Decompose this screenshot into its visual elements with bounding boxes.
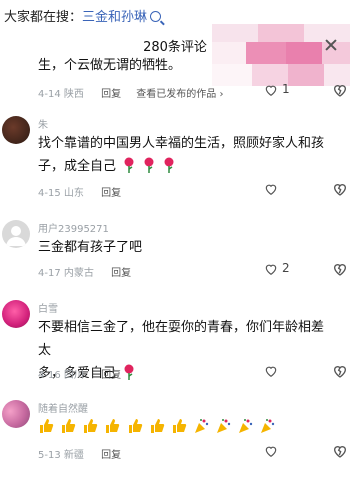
close-icon[interactable] bbox=[324, 38, 338, 52]
broken-heart-icon[interactable] bbox=[332, 82, 348, 98]
comment-text-line: 不要相信三金了，他在耍你的青春，你们年龄相差太 bbox=[38, 320, 325, 358]
heart-outline-icon bbox=[265, 264, 277, 275]
comment-text bbox=[38, 416, 332, 439]
comment-meta: 5-13 新疆 回复 bbox=[38, 446, 121, 461]
thumbs-up-emoji bbox=[106, 419, 120, 433]
thumbs-up-emoji bbox=[62, 419, 76, 433]
comment-text-line-2: 子，成全自己 bbox=[38, 155, 332, 178]
rose-emoji bbox=[124, 364, 134, 380]
heart-outline-icon bbox=[265, 446, 277, 457]
broken-heart-icon[interactable] bbox=[332, 443, 348, 459]
comment-meta: 4-16 四川 回复 bbox=[38, 366, 121, 381]
heart-outline-icon bbox=[265, 366, 277, 377]
thumbs-up-emoji bbox=[84, 419, 98, 433]
like-button[interactable] bbox=[264, 442, 310, 460]
comments-count-title: 280条评论 bbox=[143, 40, 207, 55]
view-published-works-link[interactable]: 查看已发布的作品 bbox=[136, 89, 216, 100]
broken-heart-icon[interactable] bbox=[332, 363, 348, 379]
thumbs-up-emoji bbox=[128, 419, 142, 433]
comment-meta: 4-14 陕西 回复 查看已发布的作品 › bbox=[38, 89, 224, 100]
party-emoji bbox=[239, 419, 253, 433]
heart-outline-icon bbox=[265, 85, 277, 96]
comment-meta: 4-17 内蒙古 回复 bbox=[38, 264, 131, 279]
comment-text-line: 找个靠谱的中国男人幸福的生活，照顾好家人和孩 bbox=[38, 136, 325, 151]
like-button[interactable]: 1 bbox=[264, 81, 310, 99]
comment-text: 找个靠谱的中国男人幸福的生活，照顾好家人和孩 子，成全自己 bbox=[38, 132, 332, 178]
thumbs-up-emoji bbox=[150, 419, 164, 433]
avatar[interactable] bbox=[2, 116, 30, 144]
comment-date: 4-14 bbox=[38, 89, 61, 100]
thumbs-up-emoji bbox=[40, 419, 54, 433]
avatar[interactable] bbox=[2, 300, 30, 328]
thumbs-up-emoji bbox=[172, 419, 187, 433]
heart-outline-icon bbox=[265, 184, 277, 195]
comment-location: 山东 bbox=[63, 188, 84, 199]
comment-username[interactable]: 用户23995271 bbox=[38, 220, 109, 235]
default-avatar-icon bbox=[6, 226, 26, 246]
search-icon[interactable] bbox=[150, 11, 162, 22]
like-count: 2 bbox=[282, 261, 290, 275]
like-button[interactable] bbox=[264, 362, 310, 380]
rose-emoji bbox=[124, 157, 134, 173]
comment-text: 生，个云做无谓的牺牲。 bbox=[38, 58, 182, 73]
trending-search-prefix: 大家都在搜： bbox=[4, 10, 83, 25]
avatar[interactable] bbox=[2, 400, 30, 428]
comment-item: 随着自然醒 5-13 新疆 回复 bbox=[0, 396, 350, 480]
comment-location: 四川 bbox=[63, 370, 84, 381]
broken-heart-icon[interactable] bbox=[332, 181, 348, 197]
rose-emoji bbox=[144, 157, 154, 173]
comment-item: 白雪 不要相信三金了，他在耍你的青春，你们年龄相差太 多，多爱自己 4-16 四… bbox=[0, 296, 350, 381]
reply-button[interactable]: 回复 bbox=[111, 268, 131, 279]
comment-date: 4-17 bbox=[38, 268, 61, 279]
rose-emoji bbox=[164, 157, 174, 173]
reply-button[interactable]: 回复 bbox=[101, 89, 121, 100]
avatar[interactable] bbox=[2, 220, 30, 248]
comment-item: 生，个云做无谓的牺牲。 4-14 陕西 回复 查看已发布的作品 › 1 bbox=[0, 54, 350, 102]
comment-item: 用户23995271 三金都有孩子了吧 4-17 内蒙古 回复 2 bbox=[0, 216, 350, 280]
comment-text: 三金都有孩子了吧 bbox=[38, 240, 143, 255]
comment-date: 4-16 bbox=[38, 370, 61, 381]
emoji-row bbox=[38, 416, 332, 439]
comment-username[interactable]: 朱 bbox=[38, 116, 48, 131]
comment-meta: 4-15 山东 回复 bbox=[38, 184, 121, 199]
broken-heart-icon[interactable] bbox=[332, 261, 348, 277]
comment-date: 5-13 bbox=[38, 450, 61, 461]
reply-button[interactable]: 回复 bbox=[101, 450, 121, 461]
party-emoji bbox=[217, 419, 231, 433]
comment-date: 4-15 bbox=[38, 188, 61, 199]
comment-item: 朱 找个靠谱的中国男人幸福的生活，照顾好家人和孩 子，成全自己 4-15 山东 … bbox=[0, 112, 350, 199]
comment-location: 陕西 bbox=[63, 89, 84, 100]
trending-search-keyword[interactable]: 三金和孙琳 bbox=[82, 10, 147, 25]
like-button[interactable]: 2 bbox=[264, 260, 310, 278]
party-emoji bbox=[194, 419, 209, 433]
reply-button[interactable]: 回复 bbox=[101, 188, 121, 199]
trending-search[interactable]: 大家都在搜：三金和孙琳 bbox=[4, 6, 162, 25]
comment-username[interactable]: 随着自然醒 bbox=[38, 400, 88, 415]
comment-location: 新疆 bbox=[63, 450, 84, 461]
comment-location: 内蒙古 bbox=[63, 268, 94, 279]
like-button[interactable] bbox=[264, 180, 310, 198]
like-count: 1 bbox=[282, 82, 290, 96]
reply-button[interactable]: 回复 bbox=[101, 370, 121, 381]
comment-username[interactable]: 白雪 bbox=[38, 300, 58, 315]
party-emoji bbox=[261, 419, 275, 433]
